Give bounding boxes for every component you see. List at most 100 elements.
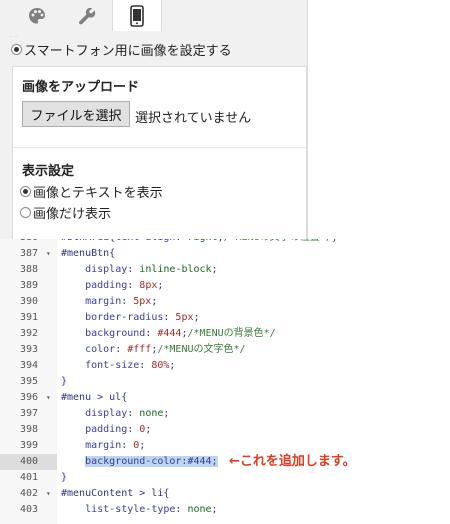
choose-file-button[interactable]: ファイルを選択 xyxy=(22,101,130,127)
line-number: 396 xyxy=(20,392,39,403)
code-line[interactable]: 398 padding: 0; xyxy=(0,422,450,438)
line-number: 397 xyxy=(20,408,39,419)
code-token: text-align xyxy=(115,239,175,243)
radio-button[interactable] xyxy=(20,186,31,197)
code-token: : xyxy=(127,408,140,419)
code-text: color: #fff;/*MENUの文字色*/ xyxy=(61,342,245,358)
radio-button[interactable] xyxy=(20,207,31,218)
radio-image-and-text-label: 画像とテキストを表示 xyxy=(33,186,163,201)
line-number: 390 xyxy=(20,296,39,307)
code-token: right xyxy=(187,239,217,243)
code-line[interactable]: 399 margin: 0; xyxy=(0,438,450,454)
code-token: : xyxy=(121,440,134,451)
code-line[interactable]: 388 display: inline-block; xyxy=(0,262,450,278)
code-line[interactable]: 396 ▾ #menu > ul{ xyxy=(0,390,450,406)
code-token: font-size xyxy=(85,360,140,371)
file-status-text: 選択されていません xyxy=(135,111,252,126)
code-token: #menu > ul{ xyxy=(61,392,128,403)
code-token: margin xyxy=(85,440,122,451)
line-number: 394 xyxy=(20,360,39,371)
code-token: : xyxy=(175,239,187,243)
code-text: } xyxy=(61,374,67,390)
code-token: margin xyxy=(85,296,122,307)
code-token: } xyxy=(61,472,68,483)
code-token: ; xyxy=(211,264,218,275)
code-line[interactable]: 391 border-radius: 5px; xyxy=(0,310,450,326)
code-text: font-size: 80%; xyxy=(61,358,175,374)
image-settings-box: -- ... スマートフォン用に画像を設定する 画像をアップロード ファイルを選… xyxy=(0,0,308,239)
code-token: : xyxy=(139,360,152,371)
code-line[interactable]: 387 ▾ #menuBtn{ xyxy=(0,246,450,262)
radio-image-only[interactable]: 画像だけ表示 xyxy=(20,203,111,222)
code-line[interactable]: 392 background: #444;/*MENUの背景色*/ xyxy=(0,326,450,342)
code-token: : xyxy=(127,280,140,291)
code-line[interactable]: 393 color: #fff;/*MENUの文字色*/ xyxy=(0,342,450,358)
code-line[interactable]: 400 background-color:#444; ←これを追加します。 xyxy=(0,454,450,470)
code-line[interactable]: 395} xyxy=(0,374,450,390)
code-text: display: inline-block; xyxy=(61,262,218,278)
upload-heading: 画像をアップロード xyxy=(22,80,140,95)
code-token: : xyxy=(115,344,128,355)
code-token: #fff xyxy=(127,344,152,355)
line-number: 389 xyxy=(20,280,39,291)
code-text: #menuContent > li{ xyxy=(61,486,169,502)
code-text: margin: 0; xyxy=(61,438,145,454)
code-token: 5px xyxy=(133,296,152,307)
code-token: ; xyxy=(157,280,164,291)
code-token: ; xyxy=(139,440,146,451)
code-editor[interactable]: 386#btnArea{text-align: right;/*MENUの文字の… xyxy=(0,239,450,524)
cut-off-option: -- ... xyxy=(9,31,307,37)
line-number: 403 xyxy=(20,504,39,515)
tab-tools[interactable] xyxy=(62,0,112,31)
code-token: border-radius xyxy=(85,312,164,323)
line-number: 401 xyxy=(20,472,39,483)
code-token: : xyxy=(121,296,134,307)
palette-icon xyxy=(29,7,45,23)
code-token: 80% xyxy=(151,360,170,371)
code-token: /*MENUの文字の位置*/ xyxy=(224,239,332,243)
fold-arrow-icon[interactable]: ▾ xyxy=(46,390,51,406)
code-line[interactable]: 390 margin: 5px; xyxy=(0,294,450,310)
code-token: #444 xyxy=(157,328,182,339)
tab-design[interactable] xyxy=(12,0,62,31)
tab-smartphone[interactable] xyxy=(112,0,162,31)
radio-image-and-text[interactable]: 画像とテキストを表示 xyxy=(20,182,163,201)
code-line[interactable]: 386 #btnArea{text-align: right;/*MENUの文字の… xyxy=(0,239,450,246)
code-token: ; xyxy=(145,424,152,435)
fold-arrow-icon[interactable]: ▾ xyxy=(46,486,51,502)
line-number: 386 xyxy=(20,239,38,246)
code-token: 5px xyxy=(175,312,194,323)
code-line[interactable]: 389 padding: 8px; xyxy=(0,278,450,294)
code-token: /*MENUの背景色*/ xyxy=(187,328,276,339)
code-token: #btnArea{ xyxy=(61,239,115,243)
code-token: none xyxy=(187,504,212,515)
code-token: ; xyxy=(163,408,170,419)
code-token: color xyxy=(85,344,116,355)
fold-arrow-icon[interactable]: ▾ xyxy=(46,246,51,262)
smartphone-icon xyxy=(130,4,144,27)
code-text: display: none; xyxy=(61,406,169,422)
code-token: : xyxy=(127,264,140,275)
code-line[interactable]: 403 list-style-type: none; xyxy=(0,502,450,518)
code-line[interactable]: 401} xyxy=(0,470,450,486)
annotation-arrow-text: ←これを追加します。 xyxy=(229,454,356,469)
code-line[interactable]: 397 display: none; xyxy=(0,406,450,422)
radio-mobile-image-label: スマートフォン用に画像を設定する xyxy=(24,44,232,59)
radio-mobile-image[interactable]: スマートフォン用に画像を設定する xyxy=(11,40,232,59)
code-line[interactable]: 394 font-size: 80%; xyxy=(0,358,450,374)
code-token: display xyxy=(85,408,128,419)
code-token: #menuBtn{ xyxy=(61,248,116,259)
code-text: margin: 5px; xyxy=(61,294,157,310)
code-text: #btnArea{text-align: right;/*MENUの文字の位置*… xyxy=(61,239,338,246)
code-token: : xyxy=(127,424,140,435)
radio-button[interactable] xyxy=(11,44,22,55)
selected-code: background-color:#444; xyxy=(85,456,218,467)
line-number: 399 xyxy=(20,440,39,451)
code-line[interactable]: 402 ▾ #menuContent > li{ xyxy=(0,486,450,502)
